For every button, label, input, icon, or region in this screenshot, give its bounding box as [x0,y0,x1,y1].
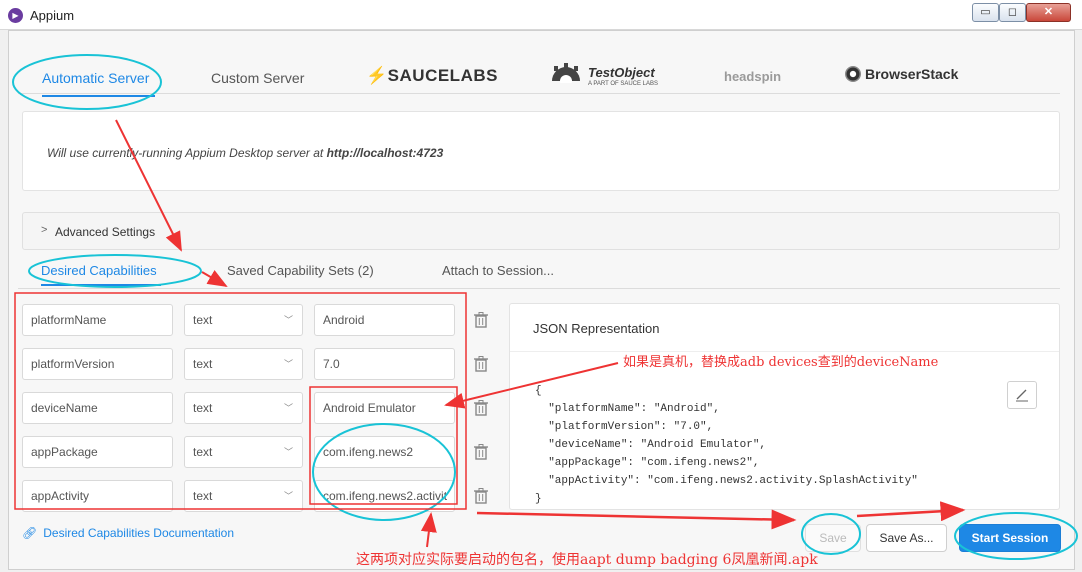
capability-type-value: text [193,489,213,503]
server-info-prefix: Will use currently-running Appium Deskto… [47,146,327,160]
chevron-down-icon: ﹀ [283,403,293,413]
pencil-icon [1016,389,1028,402]
trash-icon[interactable] [471,486,491,506]
capability-value-input[interactable]: Android [314,304,455,336]
tab-saucelabs[interactable]: ⚡SAUCELABS [366,66,498,86]
capability-name-input[interactable]: platformName [22,304,173,336]
capability-type-select[interactable]: text ﹀ [184,480,303,512]
capability-row: appPackage text ﹀ com.ifeng.news2 [22,436,497,468]
capability-row: platformVersion text ﹀ 7.0 [22,348,497,380]
tab-attach-to-session[interactable]: Attach to Session... [442,263,554,278]
saucelabs-label: SAUCELABS [387,66,498,85]
tab-automatic-server[interactable]: Automatic Server [42,70,156,97]
docs-link-label: Desired Capabilities Documentation [43,526,234,540]
save-button[interactable]: Save [805,524,861,552]
server-tabs: Automatic Server Custom Server ⚡SAUCELAB… [18,30,1060,97]
trash-icon[interactable] [471,354,491,374]
save-as-button[interactable]: Save As... [866,524,947,552]
chevron-down-icon: ﹀ [283,491,293,501]
desired-capabilities-docs-link[interactable]: 🔗︎ Desired Capabilities Documentation [22,526,234,540]
tab-headspin[interactable]: headspin [724,69,781,84]
appium-logo-icon: ▶ [8,8,23,23]
server-url: http://localhost:4723 [326,146,444,160]
chevron-down-icon: ﹀ [283,447,293,457]
json-code: { "platformName": "Android", "platformVe… [535,385,918,505]
capability-row: appActivity text ﹀ com.ifeng.news2.activi… [22,480,497,512]
browserstack-logo-icon [845,66,861,82]
minimize-button[interactable]: ▭ [972,3,999,22]
capability-row: platformName text ﹀ Android [22,304,497,336]
capability-type-select[interactable]: text ﹀ [184,304,303,336]
advanced-settings-toggle[interactable]: > Advanced Settings [22,212,1060,250]
advanced-settings-label: Advanced Settings [55,225,156,239]
close-button[interactable]: ✕ [1026,3,1071,22]
capability-type-value: text [193,357,213,371]
server-info-panel: Will use currently-running Appium Deskto… [22,111,1060,191]
capability-value-input[interactable]: 7.0 [314,348,455,380]
capability-type-select[interactable]: text ﹀ [184,436,303,468]
capability-type-select[interactable]: text ﹀ [184,392,303,424]
capability-row: deviceName text ﹀ Android Emulator [22,392,497,424]
start-session-button[interactable]: Start Session [959,524,1061,552]
capability-value-input[interactable]: com.ifeng.news2 [314,436,455,468]
trash-icon[interactable] [471,310,491,330]
tab-custom-server[interactable]: Custom Server [211,70,304,86]
tab-desired-capabilities[interactable]: Desired Capabilities [41,263,161,286]
json-panel-header: JSON Representation [510,304,1059,352]
testobject-gear-icon [552,63,580,83]
link-icon: 🔗︎ [22,526,38,540]
capability-type-select[interactable]: text ﹀ [184,348,303,380]
capability-type-value: text [193,401,213,415]
testobject-sublabel: A PART OF SAUCE LABS [588,81,659,87]
tab-saved-capability-sets[interactable]: Saved Capability Sets (2) [227,263,374,278]
capability-name-input[interactable]: appPackage [22,436,173,468]
chevron-down-icon: ﹀ [283,359,293,369]
trash-icon[interactable] [471,442,491,462]
tab-browserstack[interactable]: BrowserStack [845,66,958,82]
title-bar: ▶ Appium ▭ ◻ ✕ [0,0,1082,30]
maximize-button[interactable]: ◻ [999,3,1026,22]
capability-tabs: Desired Capabilities Saved Capability Se… [18,255,1060,289]
tab-testobject[interactable]: TestObject A PART OF SAUCE LABS [548,63,678,89]
capability-name-input[interactable]: deviceName [22,392,173,424]
json-panel-title: JSON Representation [533,321,660,336]
capability-value-input[interactable]: com.ifeng.news2.activit [314,480,455,512]
edit-json-button[interactable] [1007,381,1037,409]
json-representation-panel: JSON Representation { "platformName": "A… [509,303,1060,510]
chevron-right-icon: > [41,224,48,236]
capability-value-input[interactable]: Android Emulator [314,392,455,424]
annotation-note-package: 这两项对应实际要启动的包名，使用aapt dump badging 6凤凰新闻.… [356,552,818,568]
server-info-text: Will use currently-running Appium Deskto… [47,146,443,160]
chevron-down-icon: ﹀ [283,315,293,325]
capability-name-input[interactable]: appActivity [22,480,173,512]
testobject-label: TestObject [588,65,655,80]
saucelabs-logo-icon: ⚡ [366,66,388,85]
trash-icon[interactable] [471,398,491,418]
capability-type-value: text [193,313,213,327]
capability-type-value: text [193,445,213,459]
window-title: Appium [30,8,75,23]
annotation-note-device: 如果是真机，替换成adb devices查到的deviceName [623,355,939,370]
browserstack-label: BrowserStack [865,66,959,82]
capability-name-input[interactable]: platformVersion [22,348,173,380]
